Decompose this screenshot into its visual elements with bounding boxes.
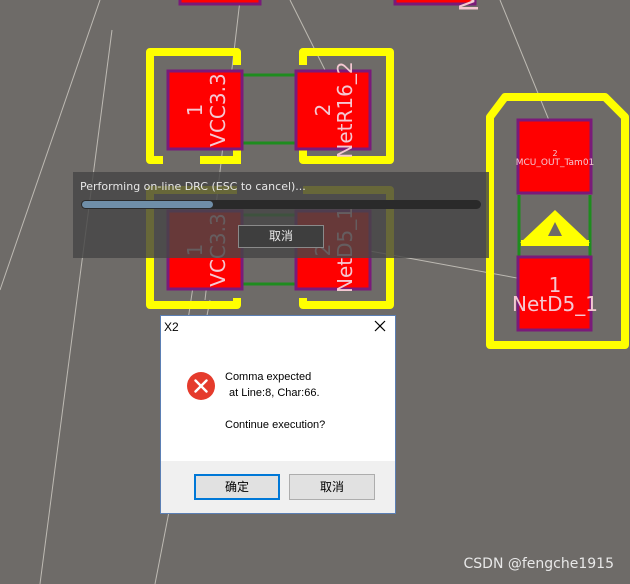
drc-status-text: Performing on-line DRC (ESC to cancel)..… <box>80 180 306 193</box>
pad-net-label: NetR16_2 <box>333 61 357 158</box>
close-icon[interactable] <box>373 319 387 333</box>
error-message: Comma expected <box>225 371 312 383</box>
error-icon <box>187 372 215 400</box>
drc-progress-fill <box>82 201 213 208</box>
ok-button[interactable]: 确定 <box>194 474 280 500</box>
cancel-button[interactable]: 取消 <box>289 474 375 500</box>
component-r16[interactable]: 1 VCC3.3 2 NetR16_2 <box>146 48 394 164</box>
pad-number: 2 <box>552 149 557 158</box>
pad-number: 1 <box>183 104 207 117</box>
dialog-button-bar: 确定 取消 <box>161 461 395 513</box>
drc-progress-bar <box>81 200 481 209</box>
watermark: CSDN @fengche1915 <box>463 556 614 572</box>
drc-progress-panel: Performing on-line DRC (ESC to cancel)..… <box>73 172 489 258</box>
pad-net-label: MCU_OUT_Tam01 <box>516 158 595 168</box>
component-d5[interactable]: 2 MCU_OUT_Tam01 1 NetD5_1 <box>486 93 629 349</box>
partial-components-top: M <box>178 0 485 12</box>
pad-net-label: NetD5_1 <box>512 292 598 316</box>
pad-net-label: VCC3.3 <box>206 73 230 146</box>
partial-label-top: M <box>455 0 485 12</box>
drc-cancel-button[interactable]: 取消 <box>238 225 324 248</box>
pcb-editor-canvas[interactable]: M 1 VCC3.3 2 NetR16_2 1 VCC3.3 2 <box>0 0 630 584</box>
continue-prompt: Continue execution? <box>225 419 326 431</box>
dialog-title: X2 <box>164 320 179 334</box>
error-location: at Line:8, Char:66. <box>229 387 320 399</box>
pad-number: 2 <box>311 104 335 117</box>
error-dialog: X2 Comma expected at Line:8, Char:66. Co… <box>160 315 396 514</box>
